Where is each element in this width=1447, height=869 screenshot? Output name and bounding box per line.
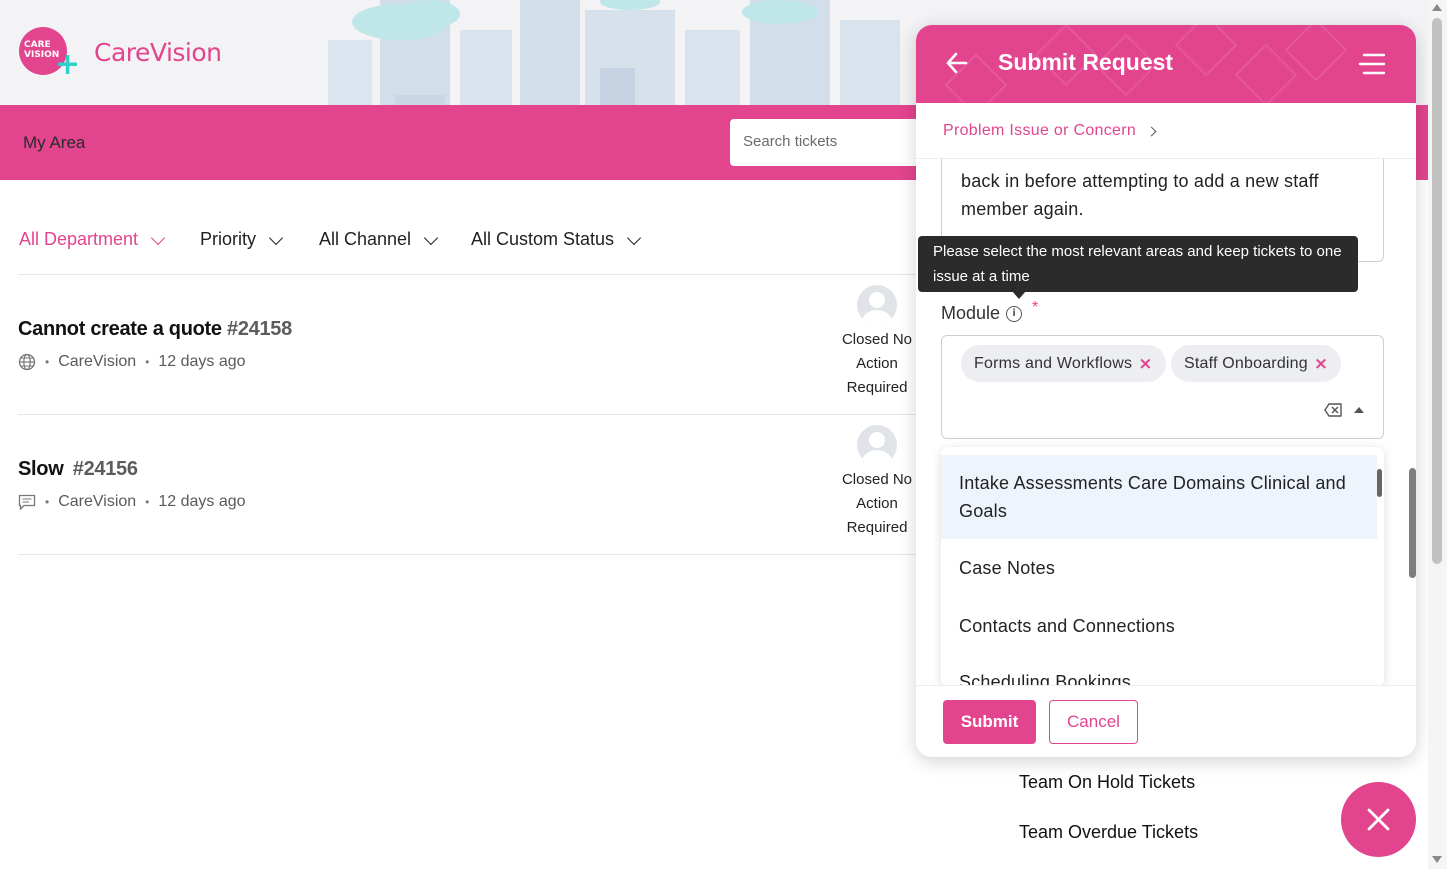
info-icon[interactable]: i: [1006, 305, 1023, 322]
required-mark: *: [1032, 298, 1039, 316]
divider: [18, 414, 918, 415]
close-icon: [1367, 808, 1390, 831]
separator-dot: •: [145, 355, 150, 369]
filter-department[interactable]: All Department: [19, 229, 166, 250]
scroll-thumb[interactable]: [1432, 18, 1442, 564]
chevron-down-icon: [626, 230, 642, 245]
breadcrumb-label: Problem Issue or Concern: [943, 122, 1137, 139]
status-line: Required: [846, 379, 908, 396]
filter-label: All Custom Status: [471, 229, 615, 249]
ticket-age: 12 days ago: [158, 493, 246, 510]
submit-request-panel: Submit Request back in before attempting…: [916, 25, 1416, 757]
chip-label: Staff Onboarding: [1184, 354, 1308, 372]
ticket-id: #24158: [227, 318, 292, 340]
status-line: Action: [856, 495, 898, 512]
chevron-down-icon: [423, 230, 439, 245]
search-input[interactable]: Search tickets: [730, 119, 930, 166]
description-line: back in before attempting to add a new s…: [961, 171, 1319, 191]
chevron-right-icon: [1146, 126, 1157, 136]
chevron-down-icon: [150, 230, 166, 245]
filter-label: All Channel: [319, 229, 412, 249]
ticket-meta: • CareVision • 12 days ago: [18, 353, 246, 371]
filter-channel[interactable]: All Channel: [319, 229, 439, 250]
scroll-down-icon[interactable]: [1432, 856, 1442, 863]
ticket-meta: • CareVision • 12 days ago: [18, 493, 246, 511]
ticket-title[interactable]: Slow #24156: [18, 458, 138, 481]
filter-custom-status[interactable]: All Custom Status: [471, 229, 642, 250]
description-line: member again.: [961, 199, 1084, 219]
assignee-avatar: [857, 285, 897, 325]
option-intake-assessments[interactable]: Intake Assessments Care Domains Clinical…: [941, 455, 1377, 539]
module-multiselect[interactable]: Forms and Workflows × Staff Onboarding ×: [941, 335, 1384, 439]
divider: [18, 554, 918, 555]
cancel-button[interactable]: Cancel: [1049, 700, 1138, 744]
option-contacts-connections[interactable]: Contacts and Connections: [941, 612, 1377, 640]
my-area-title: My Area: [23, 133, 86, 152]
ticket-status: Closed No Action Required: [832, 328, 922, 400]
separator-dot: •: [145, 495, 150, 509]
ticket-id: #24156: [72, 458, 138, 480]
ticket-title-text: Slow: [18, 458, 64, 480]
page-scrollbar[interactable]: [1428, 0, 1447, 869]
module-label: Module i *: [941, 299, 1038, 324]
logo-plus-icon: +: [55, 47, 81, 82]
status-line: Required: [846, 519, 908, 536]
remove-chip-icon[interactable]: ×: [1314, 354, 1328, 374]
ticket-company: CareVision: [58, 493, 137, 510]
module-label-text: Module: [941, 303, 1001, 323]
ticket-status: Closed No Action Required: [832, 468, 922, 540]
panel-title: Submit Request: [998, 49, 1174, 75]
module-options-list: Intake Assessments Care Domains Clinical…: [941, 447, 1384, 687]
skyline-illustration: [328, 0, 900, 105]
menu-icon[interactable]: [1358, 52, 1386, 76]
filter-label: Priority: [200, 229, 257, 249]
tooltip-arrow: [1012, 291, 1026, 299]
filter-priority[interactable]: Priority: [200, 229, 284, 250]
panel-footer: Submit Cancel: [916, 685, 1416, 757]
clear-all-icon[interactable]: [1324, 403, 1342, 417]
status-line: Closed No: [841, 471, 913, 488]
team-on-hold-link[interactable]: Team On Hold Tickets: [1019, 772, 1195, 793]
feedback-icon: [18, 494, 36, 511]
assignee-avatar: [857, 425, 897, 465]
close-fab-button[interactable]: [1341, 782, 1416, 857]
carevision-logo[interactable]: CARE VISION +: [19, 27, 81, 82]
divider: [18, 274, 918, 275]
option-case-notes[interactable]: Case Notes: [941, 554, 1377, 582]
team-overdue-link[interactable]: Team Overdue Tickets: [1019, 822, 1198, 843]
divider: [916, 158, 1416, 159]
panel-header: Submit Request: [916, 25, 1416, 103]
caret-up-icon[interactable]: [1354, 407, 1364, 413]
separator-dot: •: [45, 495, 50, 509]
chip-staff-onboarding: Staff Onboarding ×: [1171, 345, 1342, 382]
globe-icon: [18, 353, 36, 371]
ticket-title[interactable]: Cannot create a quote #24158: [18, 318, 292, 341]
status-line: Action: [856, 355, 898, 372]
status-line: Closed No: [841, 331, 913, 348]
panel-scrollbar[interactable]: [1409, 468, 1416, 578]
ticket-company: CareVision: [58, 353, 137, 370]
chevron-down-icon: [268, 230, 284, 245]
scroll-up-icon[interactable]: [1432, 4, 1442, 11]
ticket-title-text: Cannot create a quote: [18, 318, 222, 340]
filter-label: All Department: [19, 229, 139, 249]
ticket-age: 12 days ago: [158, 353, 246, 370]
brand-name: CareVision: [94, 38, 222, 67]
back-arrow-icon[interactable]: [946, 51, 968, 75]
chip-label: Forms and Workflows: [974, 354, 1133, 372]
remove-chip-icon[interactable]: ×: [1138, 354, 1152, 374]
dropdown-scrollbar[interactable]: [1377, 469, 1382, 497]
chip-forms-and-workflows: Forms and Workflows ×: [961, 345, 1166, 382]
submit-button[interactable]: Submit: [943, 700, 1036, 744]
separator-dot: •: [45, 355, 50, 369]
module-tooltip: Please select the most relevant areas an…: [918, 236, 1358, 292]
breadcrumb[interactable]: Problem Issue or Concern: [943, 122, 1157, 140]
